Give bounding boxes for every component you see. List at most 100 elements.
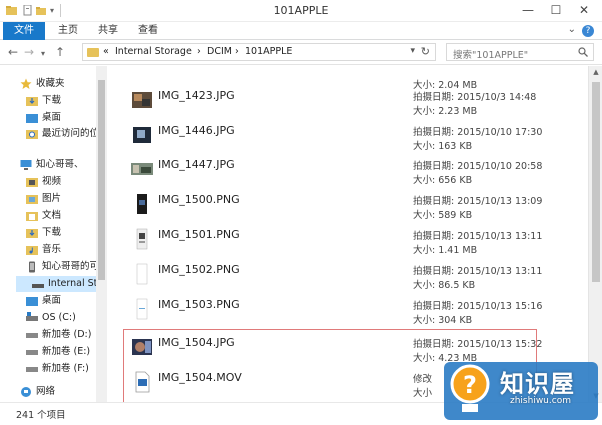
pc-icon	[20, 160, 32, 170]
file-size: 大小: 1.41 MB	[413, 245, 478, 256]
ribbon-expand-icon[interactable]: ⌄	[568, 24, 576, 35]
search-input[interactable]: 搜索"101APPLE"	[446, 43, 594, 61]
list-item[interactable]: IMG_1447.JPG 拍摄日期: 2015/10/10 20:58 大小: …	[108, 155, 588, 189]
image-thumbnail	[132, 92, 152, 108]
file-date: 拍摄日期: 2015/10/13 13:11	[413, 231, 543, 242]
nav-downloads-pc[interactable]: 下载	[0, 225, 96, 241]
search-icon[interactable]	[578, 47, 588, 57]
nav-desktop[interactable]: 桌面	[0, 110, 96, 126]
star-icon	[20, 78, 32, 89]
image-thumbnail	[136, 228, 148, 250]
file-name: IMG_1501.PNG	[158, 228, 240, 241]
download-folder-icon	[26, 229, 38, 238]
file-name: IMG_1500.PNG	[158, 193, 240, 206]
nav-music[interactable]: 音乐	[0, 242, 96, 258]
file-name: IMG_1447.JPG	[158, 158, 235, 171]
list-item[interactable]: IMG_1500.PNG 拍摄日期: 2015/10/13 13:09 大小: …	[108, 190, 588, 224]
nav-internal-storage[interactable]: Internal Stora	[16, 276, 106, 292]
image-thumbnail	[133, 127, 151, 143]
breadcrumb-separator[interactable]: ›	[197, 46, 201, 58]
navigation-pane: 收藏夹 下载 桌面 最近访问的位置 知心哥哥、 视频 图片 文档 下载 音乐 知…	[0, 66, 107, 402]
nav-scroll-thumb[interactable]	[98, 80, 105, 280]
pictures-folder-icon	[26, 195, 38, 204]
list-item[interactable]: IMG_1503.PNG 拍摄日期: 2015/10/13 15:16 大小: …	[108, 295, 588, 329]
watermark-logo: ? 知识屋 zhishiwu.com	[440, 358, 600, 422]
list-item[interactable]: IMG_1501.PNG 拍摄日期: 2015/10/13 13:11 大小: …	[108, 225, 588, 259]
drive-icon	[26, 367, 38, 372]
list-item[interactable]: IMG_1423.JPG 拍摄日期: 2015/10/3 14:48 大小: 2…	[108, 86, 588, 120]
content-scrollbar[interactable]: ▲ ▼	[588, 66, 602, 402]
nav-pictures[interactable]: 图片	[0, 191, 96, 207]
nav-downloads[interactable]: 下载	[0, 93, 96, 109]
close-button[interactable]: ✕	[574, 2, 594, 18]
nav-this-pc[interactable]: 知心哥哥、	[0, 157, 96, 173]
breadcrumb-dcim[interactable]: DCIM	[207, 46, 232, 58]
desktop-folder-icon	[26, 297, 38, 306]
recent-places-icon	[26, 130, 38, 139]
documents-folder-icon	[26, 212, 38, 221]
breadcrumb-separator[interactable]: ›	[235, 46, 239, 58]
minimize-button[interactable]: —	[518, 2, 538, 18]
file-date: 拍摄日期: 2015/10/10 20:58	[413, 161, 543, 172]
nav-documents[interactable]: 文档	[0, 208, 96, 224]
device-icon	[29, 261, 35, 273]
nav-desktop-pc[interactable]: 桌面	[0, 293, 96, 309]
breadcrumb-101apple[interactable]: 101APPLE	[245, 46, 292, 58]
file-name: IMG_1503.PNG	[158, 298, 240, 311]
scroll-up-icon[interactable]: ▲	[589, 68, 602, 76]
file-date: 拍摄日期: 2015/10/13 13:11	[413, 266, 543, 277]
nav-iphone[interactable]: 知心哥哥的可爱	[0, 259, 106, 275]
file-date: 拍摄日期: 2015/10/13 13:09	[413, 196, 543, 207]
nav-scrollbar[interactable]	[96, 66, 107, 402]
nav-drive-c[interactable]: OS (C:)	[0, 310, 96, 326]
nav-drive-d[interactable]: 新加卷 (D:)	[0, 327, 96, 343]
content-scroll-thumb[interactable]	[592, 82, 600, 282]
recent-locations-icon[interactable]: ▾	[41, 47, 45, 61]
nav-videos[interactable]: 视频	[0, 174, 96, 190]
address-bar[interactable]: « Internal Storage › DCIM › 101APPLE ▾ ↻	[82, 43, 436, 61]
nav-drive-e[interactable]: 新加卷 (E:)	[0, 344, 96, 360]
back-button[interactable]: ←	[8, 45, 18, 59]
file-size: 大小: 86.5 KB	[413, 280, 476, 291]
file-size: 大小: 656 KB	[413, 175, 473, 186]
file-size: 大小: 163 KB	[413, 141, 473, 152]
music-folder-icon	[26, 246, 38, 255]
nav-drive-f[interactable]: 新加卷 (F:)	[0, 361, 96, 377]
file-size: 大小: 304 KB	[413, 315, 473, 326]
nav-network[interactable]: 网络	[0, 384, 96, 400]
breadcrumb-overflow[interactable]: «	[103, 46, 109, 58]
os-drive-icon	[26, 312, 38, 321]
file-name: IMG_1502.PNG	[158, 263, 240, 276]
tab-share[interactable]: 共享	[90, 22, 126, 40]
refresh-icon[interactable]: ↻	[421, 45, 430, 58]
tab-home[interactable]: 主页	[50, 22, 86, 40]
list-item[interactable]: IMG_1446.JPG 拍摄日期: 2015/10/10 17:30 大小: …	[108, 121, 588, 155]
list-item[interactable]: IMG_1502.PNG 拍摄日期: 2015/10/13 13:11 大小: …	[108, 260, 588, 294]
videos-folder-icon	[26, 178, 38, 187]
nav-recent-places[interactable]: 最近访问的位置	[0, 126, 106, 142]
maximize-button[interactable]: ☐	[546, 2, 566, 18]
desktop-folder-icon	[26, 114, 38, 123]
tab-file[interactable]: 文件	[3, 22, 45, 40]
download-folder-icon	[26, 97, 38, 106]
up-button[interactable]: ↑	[55, 45, 65, 59]
file-date: 拍摄日期: 2015/10/10 17:30	[413, 127, 543, 138]
file-size: 大小: 2.23 MB	[413, 106, 478, 117]
breadcrumb-internal-storage[interactable]: Internal Storage	[115, 46, 192, 58]
drive-icon	[26, 350, 38, 355]
tab-view[interactable]: 查看	[130, 22, 166, 40]
watermark-url: zhishiwu.com	[510, 396, 571, 406]
image-thumbnail	[137, 194, 147, 214]
file-size: 大小: 589 KB	[413, 210, 473, 221]
watermark-text: 知识屋	[500, 370, 575, 398]
title-bar: ▾ 101APPLE — ☐ ✕	[0, 0, 602, 22]
address-dropdown-icon[interactable]: ▾	[410, 46, 415, 56]
search-placeholder: 搜索"101APPLE"	[453, 50, 529, 61]
help-icon[interactable]: ?	[582, 25, 594, 37]
item-count: 241 个项目	[16, 410, 66, 421]
ribbon-tabs: 文件 主页 共享 查看 ⌄ ?	[0, 22, 602, 40]
file-name: IMG_1446.JPG	[158, 124, 235, 137]
nav-favorites[interactable]: 收藏夹	[0, 76, 96, 92]
drive-icon	[26, 333, 38, 338]
forward-button[interactable]: →	[24, 45, 34, 59]
